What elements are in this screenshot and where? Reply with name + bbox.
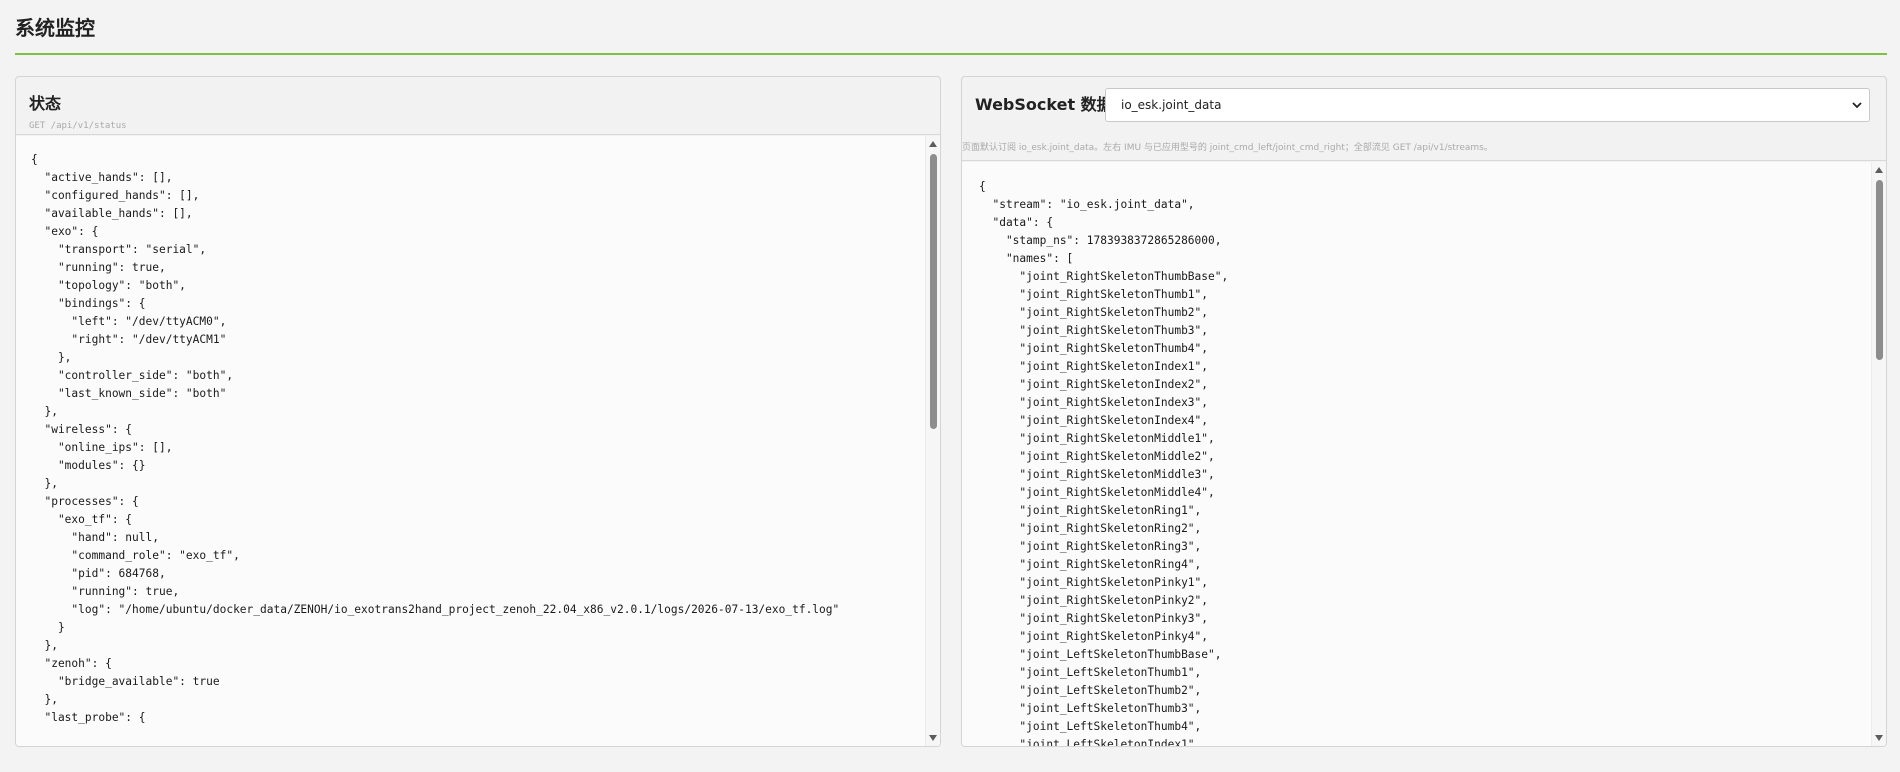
- websocket-panel: WebSocket 数据 io_esk.joint_data 页面默认订阅 io…: [961, 76, 1887, 747]
- stream-select-value: io_esk.joint_data: [1121, 98, 1222, 112]
- websocket-json-viewer[interactable]: { "stream": "io_esk.joint_data", "data":…: [962, 162, 1886, 746]
- status-scrollbar[interactable]: [925, 136, 940, 746]
- scroll-up-arrow-icon[interactable]: [929, 141, 937, 147]
- title-divider: [15, 53, 1887, 55]
- status-json-viewer[interactable]: { "active_hands": [], "configured_hands"…: [16, 136, 940, 746]
- websocket-panel-title: WebSocket 数据: [975, 95, 1113, 114]
- status-endpoint-label: GET /api/v1/status: [29, 121, 127, 131]
- status-panel: 状态 GET /api/v1/status { "active_hands": …: [15, 76, 941, 747]
- status-json-text: { "active_hands": [], "configured_hands"…: [31, 153, 840, 724]
- status-scrollbar-thumb[interactable]: [930, 154, 937, 429]
- status-panel-header: 状态 GET /api/v1/status: [16, 77, 940, 135]
- stream-select[interactable]: io_esk.joint_data: [1105, 88, 1870, 122]
- page-title: 系统监控: [15, 16, 95, 40]
- websocket-scrollbar-thumb[interactable]: [1876, 180, 1883, 360]
- websocket-scrollbar[interactable]: [1871, 162, 1886, 746]
- status-panel-title: 状态: [29, 94, 62, 113]
- websocket-panel-header: WebSocket 数据 io_esk.joint_data 页面默认订阅 io…: [962, 77, 1886, 161]
- scroll-down-arrow-icon[interactable]: [929, 735, 937, 741]
- chevron-down-icon: [1852, 102, 1862, 109]
- websocket-hint-text: 页面默认订阅 io_esk.joint_data。左右 IMU 与已应用型号的 …: [962, 143, 1493, 153]
- scroll-up-arrow-icon[interactable]: [1875, 167, 1883, 173]
- websocket-json-text: { "stream": "io_esk.joint_data", "data":…: [979, 180, 1229, 746]
- system-monitor-page: 系统监控 状态 GET /api/v1/status { "active_han…: [0, 0, 1900, 772]
- scroll-down-arrow-icon[interactable]: [1875, 735, 1883, 741]
